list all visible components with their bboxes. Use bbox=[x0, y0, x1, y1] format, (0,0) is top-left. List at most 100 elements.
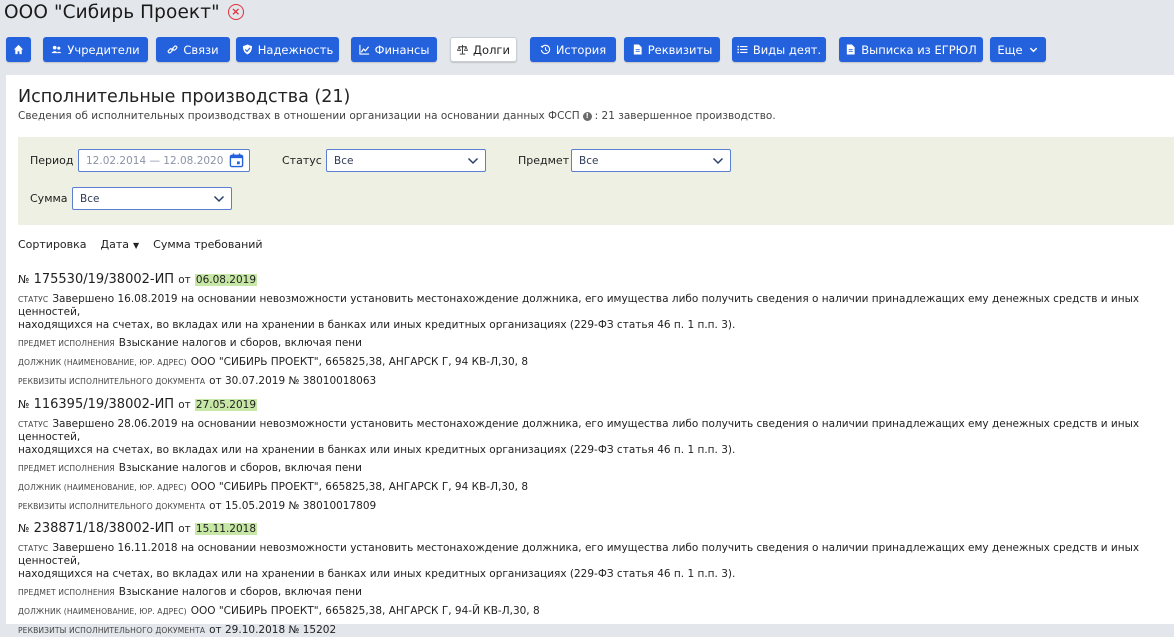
egrul-extract-button[interactable]: Выписка из ЕГРЮЛ bbox=[839, 37, 983, 62]
tab-links-label: Связи bbox=[183, 42, 219, 57]
chevron-down-icon bbox=[213, 195, 225, 203]
sort-by-date[interactable]: Дата ▼ bbox=[101, 238, 140, 251]
case-subject-row: Предмет исполнения Взыскание налогов и сб… bbox=[18, 462, 1168, 475]
case-subject: Взыскание налогов и сборов, включая пени bbox=[118, 462, 362, 474]
sum-label: Сумма bbox=[30, 192, 68, 205]
case-status-continuation: находящихся на счетах, во вкладах или на… bbox=[18, 319, 736, 331]
from-label: от bbox=[178, 399, 191, 411]
subtitle-count: : 21 завершенное производство. bbox=[594, 110, 776, 122]
subject-field-label: Предмет исполнения bbox=[18, 588, 115, 597]
debtor-field-label: Должник (наименование, юр. адрес) bbox=[18, 607, 187, 616]
tab-links-button[interactable]: Связи bbox=[156, 37, 230, 62]
case-status-text: Завершено 16.11.2018 на основании невозм… bbox=[18, 542, 1140, 567]
case-number[interactable]: 238871/18/38002-ИП bbox=[34, 521, 174, 536]
status-field-label: Статус bbox=[18, 295, 49, 304]
subject-field-label: Предмет исполнения bbox=[18, 464, 115, 473]
subtitle-text: Сведения об исполнительных производствах… bbox=[18, 110, 580, 122]
case-debtor-row: Должник (наименование, юр. адрес) ООО "СИ… bbox=[18, 481, 1168, 494]
page-title: Исполнительные производства (21) bbox=[18, 87, 351, 107]
tab-activities-label: Виды деят. bbox=[752, 42, 822, 57]
tab-history-button[interactable]: История bbox=[530, 37, 616, 62]
case-number[interactable]: 116395/19/38002-ИП bbox=[34, 397, 174, 412]
case-subject-row: Предмет исполнения Взыскание налогов и сб… bbox=[18, 586, 1168, 599]
case-number[interactable]: 175530/19/38002-ИП bbox=[34, 272, 174, 287]
case-requisites-row: Реквизиты исполнительного документа от 29… bbox=[18, 624, 1168, 637]
case-requisites: от 30.07.2019 № 38010018063 bbox=[209, 375, 377, 387]
case-requisites-row: Реквизиты исполнительного документа от 15… bbox=[18, 500, 1168, 513]
chart-icon bbox=[358, 44, 369, 55]
calendar-icon[interactable] bbox=[229, 153, 244, 168]
tab-debts-button[interactable]: Долги bbox=[450, 37, 517, 62]
link-icon bbox=[167, 45, 178, 54]
document-icon bbox=[633, 44, 642, 55]
debtor-field-label: Должник (наименование, юр. адрес) bbox=[18, 358, 187, 367]
chevron-down-icon bbox=[712, 157, 724, 165]
tab-reliability-button[interactable]: Надежность bbox=[236, 37, 339, 62]
case-debtor: ООО "СИБИРЬ ПРОЕКТ", 665825,38, АНГАРСК … bbox=[190, 481, 529, 493]
sort-by-sum[interactable]: Сумма требований bbox=[153, 238, 262, 251]
case-subject: Взыскание налогов и сборов, включая пени bbox=[118, 337, 362, 349]
tab-reliability-label: Надежность bbox=[257, 42, 334, 57]
company-header: ООО "Сибирь Проект" × bbox=[4, 0, 244, 24]
tab-debts-label: Долги bbox=[473, 42, 510, 57]
tab-finance-label: Финансы bbox=[374, 42, 430, 57]
info-icon[interactable]: ! bbox=[582, 111, 592, 121]
close-icon[interactable]: × bbox=[227, 4, 244, 20]
number-prefix: № bbox=[18, 273, 30, 286]
case-item: № 175530/19/38002-ИП от 06.08.2019 Стату… bbox=[18, 272, 1168, 388]
page-subtitle: Сведения об исполнительных производствах… bbox=[18, 110, 776, 122]
requisites-field-label: Реквизиты исполнительного документа bbox=[18, 377, 206, 386]
chevron-down-icon bbox=[467, 157, 479, 165]
from-label: от bbox=[178, 274, 191, 286]
subject-select[interactable]: Все bbox=[571, 149, 731, 172]
case-status-text: Завершено 28.06.2019 на основании невозм… bbox=[18, 418, 1140, 443]
period-date-range-input[interactable]: 12.02.2014 — 12.08.2020 bbox=[78, 149, 250, 172]
case-header: № 175530/19/38002-ИП от 06.08.2019 bbox=[18, 272, 1168, 287]
list-icon bbox=[737, 45, 748, 54]
tab-activities-button[interactable]: Виды деят. bbox=[732, 37, 826, 62]
status-field-label: Статус bbox=[18, 544, 49, 553]
sum-select[interactable]: Все bbox=[72, 187, 232, 210]
home-button[interactable] bbox=[6, 37, 31, 62]
case-status-continuation: находящихся на счетах, во вкладах или на… bbox=[18, 568, 736, 580]
case-item: № 116395/19/38002-ИП от 27.05.2019 Стату… bbox=[18, 397, 1168, 513]
requisites-field-label: Реквизиты исполнительного документа bbox=[18, 502, 206, 511]
case-date: 06.08.2019 bbox=[194, 274, 258, 286]
case-item: № 238871/18/38002-ИП от 15.11.2018 Стату… bbox=[18, 521, 1168, 637]
status-select-value: Все bbox=[334, 154, 354, 167]
case-date: 15.11.2018 bbox=[194, 523, 258, 535]
case-requisites: от 29.10.2018 № 15202 bbox=[209, 624, 337, 636]
sort-bar: Сортировка Дата ▼ Сумма требований bbox=[18, 238, 263, 251]
egrul-extract-label: Выписка из ЕГРЮЛ bbox=[861, 42, 977, 57]
case-requisites: от 15.05.2019 № 38010017809 bbox=[209, 500, 377, 512]
tab-history-label: История bbox=[555, 42, 607, 57]
sort-label: Сортировка bbox=[18, 238, 87, 251]
from-label: от bbox=[178, 523, 191, 535]
period-label: Период bbox=[30, 154, 74, 167]
case-subject-row: Предмет исполнения Взыскание налогов и сб… bbox=[18, 337, 1168, 350]
more-label: Еще bbox=[997, 42, 1023, 57]
subject-label: Предмет bbox=[518, 154, 570, 167]
tab-requisites-label: Реквизиты bbox=[647, 42, 713, 57]
tab-founders-button[interactable]: Учредители bbox=[43, 37, 148, 62]
status-select[interactable]: Все bbox=[326, 149, 486, 172]
case-debtor: ООО "СИБИРЬ ПРОЕКТ", 665825,38, АНГАРСК … bbox=[190, 356, 529, 368]
caret-down-icon: ▼ bbox=[133, 241, 140, 250]
tab-finance-button[interactable]: Финансы bbox=[351, 37, 437, 62]
debtor-field-label: Должник (наименование, юр. адрес) bbox=[18, 483, 187, 492]
case-debtor-row: Должник (наименование, юр. адрес) ООО "СИ… bbox=[18, 605, 1168, 618]
document-icon bbox=[847, 44, 855, 55]
filters-panel: Период 12.02.2014 — 12.08.2020 Статус Вс… bbox=[18, 137, 1174, 225]
case-requisites-row: Реквизиты исполнительного документа от 30… bbox=[18, 375, 1168, 388]
case-status-row: Статус Завершено 16.08.2019 на основании … bbox=[18, 293, 1168, 319]
history-icon bbox=[540, 44, 550, 55]
tab-requisites-button[interactable]: Реквизиты bbox=[624, 37, 720, 62]
more-dropdown-button[interactable]: Еще bbox=[990, 37, 1046, 62]
case-debtor-row: Должник (наименование, юр. адрес) ООО "СИ… bbox=[18, 356, 1168, 369]
status-field-label: Статус bbox=[18, 420, 49, 429]
tab-founders-label: Учредители bbox=[67, 42, 140, 57]
case-status-row: Статус Завершено 16.11.2018 на основании … bbox=[18, 542, 1168, 568]
case-debtor: ООО "СИБИРЬ ПРОЕКТ", 665825,38, АНГАРСК … bbox=[190, 605, 540, 617]
subject-select-value: Все bbox=[579, 154, 599, 167]
number-prefix: № bbox=[18, 522, 30, 535]
